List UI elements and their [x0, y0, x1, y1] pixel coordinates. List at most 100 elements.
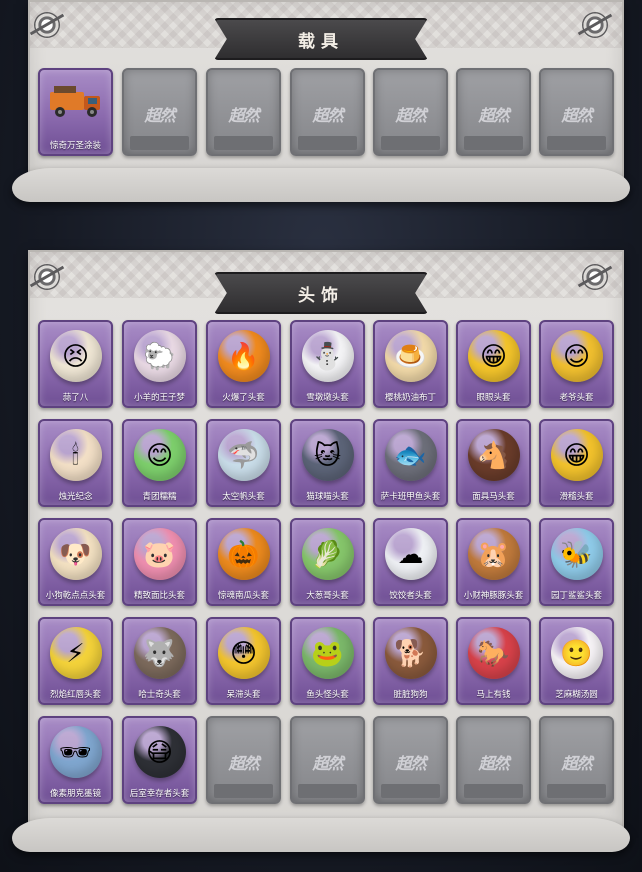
headwear-item-slot[interactable]: 🐷 精致面比头套	[122, 518, 197, 606]
headwear-empty-slot: 超然	[456, 716, 531, 804]
item-label: 园丁鲨鲨头套	[550, 590, 602, 600]
corner-ornament-icon	[34, 264, 60, 290]
headwear-section-title: 头饰	[214, 272, 428, 314]
watermark-logo: 超然	[312, 106, 343, 125]
garlic-icon: 😣	[49, 330, 102, 382]
item-label: 哈士奇头套	[138, 689, 181, 699]
funny-face-icon: 😁	[550, 429, 603, 481]
item-label: 太空帆头套	[222, 491, 265, 501]
item-label: 后室幸存者头套	[129, 788, 190, 798]
puppy-icon: 🐕	[384, 627, 437, 679]
headwear-item-slot[interactable]: 🐕 脏脏狗狗	[373, 617, 448, 705]
vehicle-empty-slot: 超然	[456, 68, 531, 156]
headwear-panel-scroll-edge	[12, 818, 630, 852]
item-label: 烈焰红唇头套	[49, 689, 101, 699]
headwear-item-slot[interactable]: 😷 后室幸存者头套	[122, 716, 197, 804]
item-label: 老爷头套	[559, 392, 594, 402]
headwear-item-slot[interactable]: 🦈 太空帆头套	[206, 419, 281, 507]
watermark-logo: 超然	[561, 754, 592, 773]
watermark-logo: 超然	[561, 106, 592, 125]
headwear-item-slot[interactable]: 🐸 鱼头怪头套	[290, 617, 365, 705]
vehicle-empty-slot: 超然	[539, 68, 614, 156]
pumpkin-icon: 🎃	[217, 528, 270, 580]
fish-icon: 🐟	[384, 429, 437, 481]
pudding-icon: 🍮	[384, 330, 437, 382]
headwear-item-slot[interactable]: 🐝 园丁鲨鲨头套	[539, 518, 614, 606]
cat-icon: 🐱	[301, 429, 354, 481]
item-label: 呆滞头套	[226, 689, 261, 699]
headwear-item-slot[interactable]: 🎃 惊魂南瓜头套	[206, 518, 281, 606]
headwear-item-slot[interactable]: 🐟 萨卡班甲鱼头套	[373, 419, 448, 507]
headwear-empty-slot: 超然	[539, 716, 614, 804]
watermark-logo: 超然	[228, 106, 259, 125]
item-label: 像素朋克墨镜	[49, 788, 101, 798]
headwear-item-slot[interactable]: 🍮 樱桃奶油布丁	[373, 320, 448, 408]
headwear-item-slot[interactable]: ⚡ 烈焰红唇头套	[38, 617, 113, 705]
vehicle-empty-slot: 超然	[290, 68, 365, 156]
horse-icon: 🐴	[467, 429, 520, 481]
item-label: 眼眼头套	[476, 392, 511, 402]
headwear-item-slot[interactable]: 🐺 哈士奇头套	[122, 617, 197, 705]
grin-icon: 😁	[467, 330, 520, 382]
headwear-item-slot[interactable]: 😣 蒜了八	[38, 320, 113, 408]
watermark-logo: 超然	[144, 106, 175, 125]
item-label: 樱桃奶油布丁	[384, 392, 436, 402]
fishman-icon: 🐸	[301, 627, 354, 679]
pig-icon: 🐷	[133, 528, 186, 580]
watermark-logo: 超然	[228, 754, 259, 773]
headwear-item-slot[interactable]: 🕯 烛光纪念	[38, 419, 113, 507]
item-label: 惊奇万圣涂装	[49, 140, 101, 150]
scallion-icon: 🥬	[301, 528, 354, 580]
item-label: 火爆了头套	[222, 392, 265, 402]
watermark-logo: 超然	[395, 106, 426, 125]
headwear-item-slot[interactable]: 🐹 小财神豚豚头套	[456, 518, 531, 606]
corner-ornament-icon	[582, 12, 608, 38]
gas-mask-icon: 😷	[133, 726, 186, 778]
headwear-item-slot[interactable]: ☁ 饺饺者头套	[373, 518, 448, 606]
husky-icon: 🐺	[133, 627, 186, 679]
headwear-item-slot[interactable]: 🔥 火爆了头套	[206, 320, 281, 408]
vehicle-section-title: 载具	[214, 18, 428, 60]
item-label: 小财神豚豚头套	[463, 590, 524, 600]
headwear-item-slot[interactable]: 😁 滑稽头套	[539, 419, 614, 507]
fire-icon: 🔥	[217, 330, 270, 382]
item-label: 芝麻糊汤圆	[555, 689, 598, 699]
item-label: 鱼头怪头套	[306, 689, 349, 699]
snowman-icon: ⛄	[301, 330, 354, 382]
item-label: 雪墩墩头套	[306, 392, 349, 402]
headwear-item-slot[interactable]: 😊 老爷头套	[539, 320, 614, 408]
item-label: 惊魂南瓜头套	[217, 590, 269, 600]
capybara-icon: 🐹	[467, 528, 520, 580]
headwear-item-slot[interactable]: 🐴 面具马头套	[456, 419, 531, 507]
headwear-item-slot[interactable]: 🥬 大葱哥头套	[290, 518, 365, 606]
truck-icon	[50, 86, 100, 117]
smile-icon: 😊	[550, 330, 603, 382]
corner-ornament-icon	[34, 12, 60, 38]
vehicle-item-slot[interactable]: 惊奇万圣涂装	[38, 68, 113, 156]
vehicle-empty-slot: 超然	[206, 68, 281, 156]
headwear-item-slot[interactable]: 🙂 芝麻糊汤圆	[539, 617, 614, 705]
sheep-icon: 🐑	[133, 330, 186, 382]
headwear-item-slot[interactable]: 😳 呆滞头套	[206, 617, 281, 705]
headwear-item-slot[interactable]: 🕶 像素朋克墨镜	[38, 716, 113, 804]
item-label: 饺饺者头套	[389, 590, 432, 600]
item-label: 烛光纪念	[58, 491, 93, 501]
item-label: 马上有钱	[476, 689, 511, 699]
headwear-empty-slot: 超然	[373, 716, 448, 804]
candle-icon: 🕯	[49, 429, 102, 481]
item-label: 精致面比头套	[133, 590, 185, 600]
vehicle-empty-slot: 超然	[122, 68, 197, 156]
headwear-item-slot[interactable]: 🐶 小狗乾点点头套	[38, 518, 113, 606]
headwear-empty-slot: 超然	[206, 716, 281, 804]
headwear-item-slot[interactable]: 😁 眼眼头套	[456, 320, 531, 408]
headwear-item-slot[interactable]: 😊 青团糯糯	[122, 419, 197, 507]
dazed-face-icon: 😳	[217, 627, 270, 679]
headwear-item-slot[interactable]: 🐑 小羊的王子梦	[122, 320, 197, 408]
item-label: 蒜了八	[62, 392, 89, 402]
headwear-item-slot[interactable]: 🐎 马上有钱	[456, 617, 531, 705]
headwear-item-slot[interactable]: 🐱 猫球喵头套	[290, 419, 365, 507]
item-label: 大葱哥头套	[306, 590, 349, 600]
headwear-item-slot[interactable]: ⛄ 雪墩墩头套	[290, 320, 365, 408]
watermark-logo: 超然	[395, 754, 426, 773]
tangyuan-icon: 🙂	[550, 627, 603, 679]
